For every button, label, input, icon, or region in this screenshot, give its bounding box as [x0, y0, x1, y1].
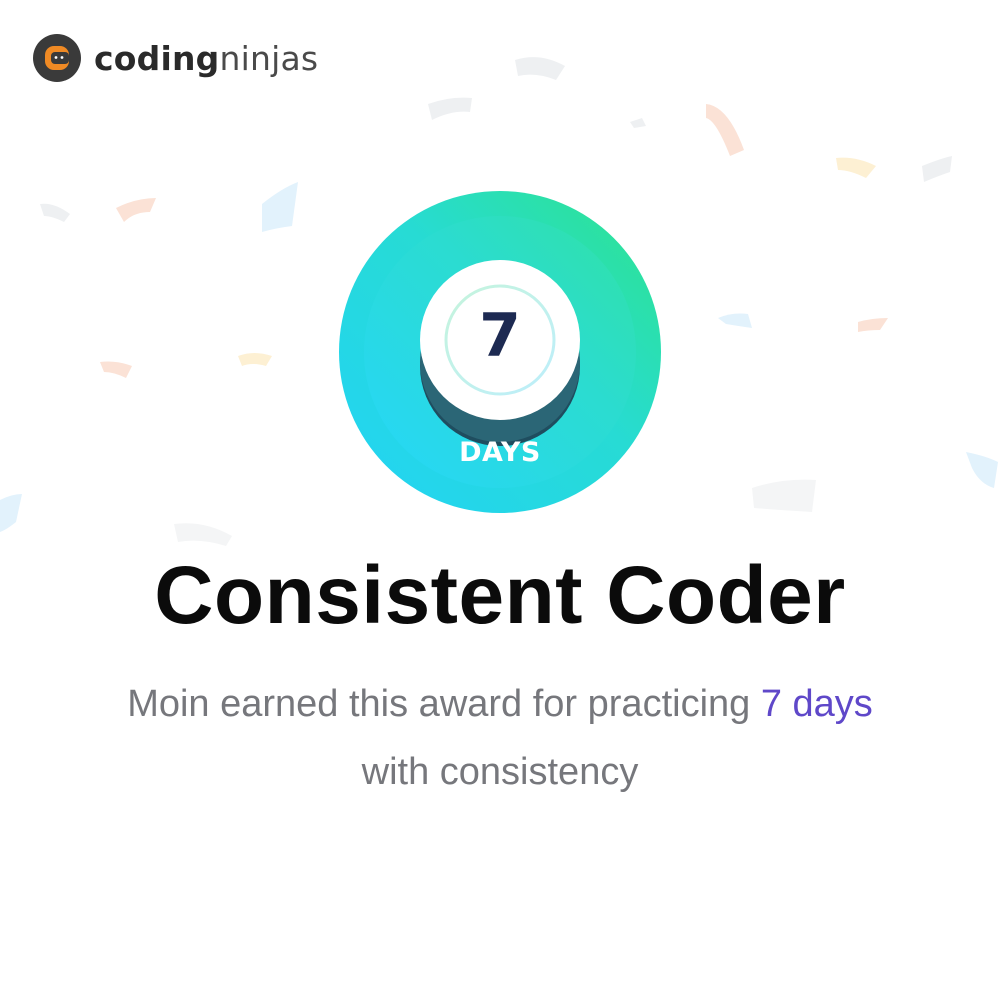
description-highlight: 7 days	[760, 683, 873, 725]
brand-name-part1: coding	[94, 38, 220, 78]
badge-days-label: DAYS	[459, 437, 541, 468]
streak-badge: 7 DAYS	[338, 190, 662, 514]
coding-ninjas-logo[interactable]: codingninjas	[32, 32, 318, 84]
badge-days-number: 7	[479, 301, 521, 371]
description-text-end: with consistency	[361, 751, 639, 793]
brand-name: codingninjas	[94, 42, 318, 75]
award-description: Moin earned this award for practicing 7 …	[60, 670, 940, 806]
coding-ninjas-logo-icon	[33, 34, 81, 82]
award-title: Consistent Coder	[154, 550, 846, 641]
brand-name-part2: ninjas	[219, 38, 319, 78]
award-page: codingninjas 7 DAYS Consistent Coder Moi…	[0, 0, 1000, 1000]
description-text-start: Moin earned this award for practicing	[127, 683, 761, 725]
